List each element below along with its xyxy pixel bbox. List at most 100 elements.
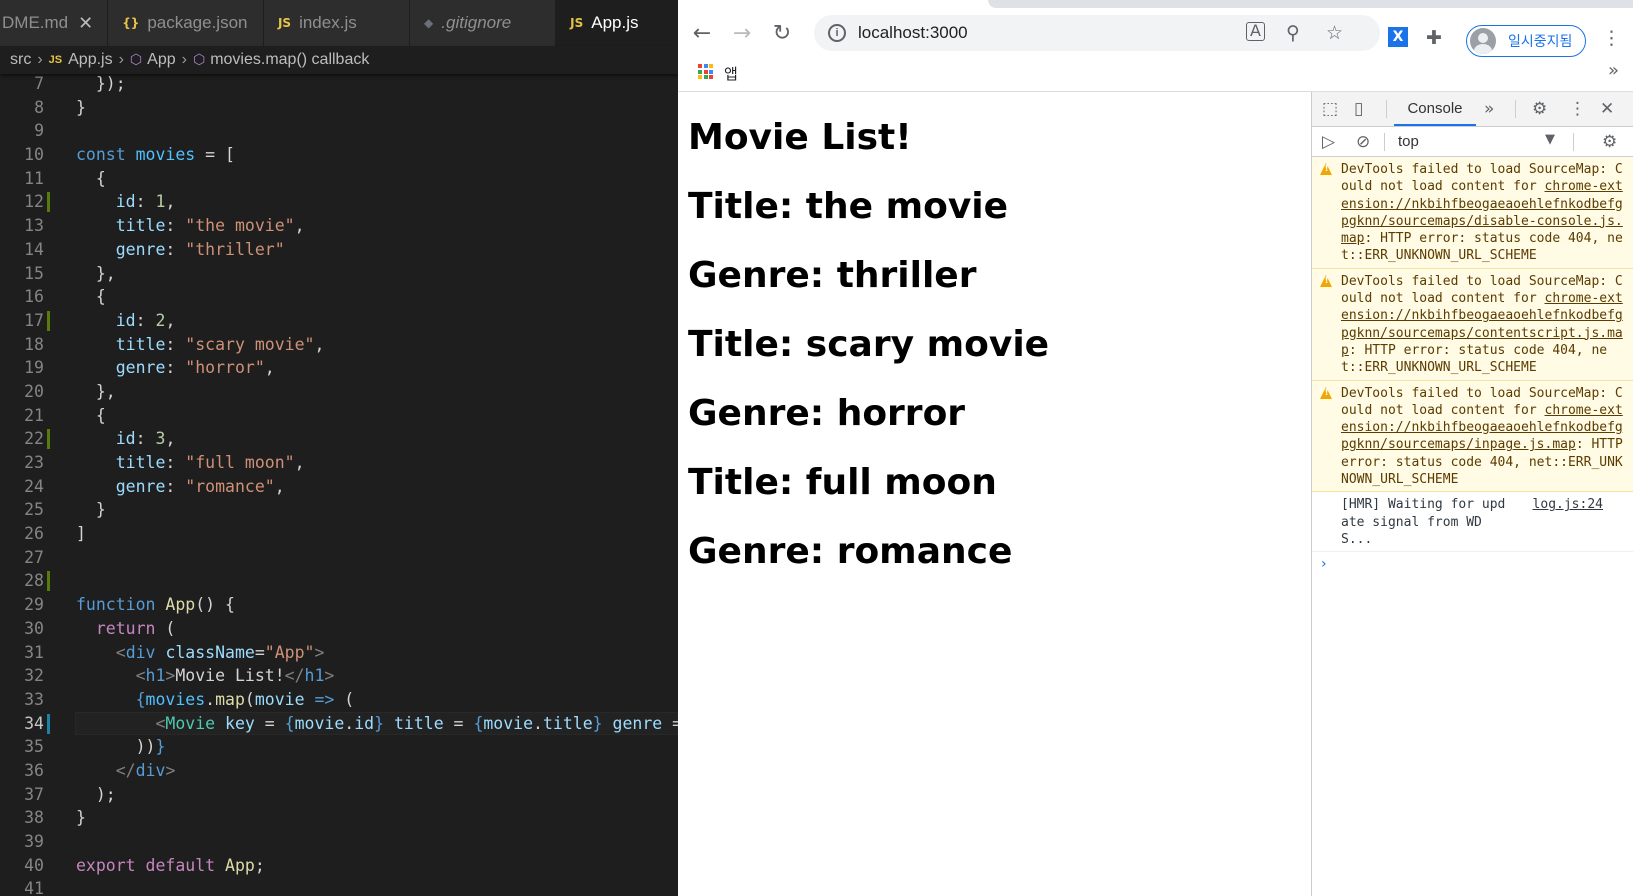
tab-index-js[interactable]: JS index.js <box>263 0 411 46</box>
log-text: [HMR] Waiting for update signal from WDS… <box>1341 497 1506 547</box>
double-chevron-icon[interactable]: » <box>1608 60 1619 81</box>
code-line: 17 id: 2, <box>0 309 678 333</box>
dropdown-triangle-icon[interactable]: ▼ <box>1545 132 1555 147</box>
gear-icon[interactable]: ⚙ <box>1532 98 1547 120</box>
console-warning: DevTools failed to load SourceMap: Could… <box>1312 268 1633 381</box>
editor-tab-bar: DME.md ✕ {} package.json JS index.js ◆ .… <box>0 0 678 46</box>
line-number: 35 <box>24 737 44 757</box>
extension-icon[interactable]: X <box>1388 27 1408 47</box>
movie-title: Title: full moon <box>688 462 997 503</box>
js-file-icon: JS <box>570 16 584 30</box>
tab-app-js[interactable]: JS App.js <box>556 0 678 46</box>
line-number: 36 <box>24 760 44 780</box>
close-icon[interactable]: ✕ <box>1600 98 1614 120</box>
code-editor[interactable]: DME.md ✕ {} package.json JS index.js ◆ .… <box>0 0 678 896</box>
tab-gitignore[interactable]: ◆ .gitignore <box>410 0 557 46</box>
line-number: 29 <box>24 595 44 615</box>
js-file-icon: JS <box>277 16 292 30</box>
warning-icon <box>1320 386 1333 399</box>
line-number: 18 <box>24 334 44 354</box>
browser-window: ← → ↻ i localhost:3000 A ⚲ ☆ X ✚ 일시중지됨 ⋮… <box>678 0 1633 896</box>
back-arrow-icon[interactable]: ← <box>682 15 722 51</box>
log-source-link[interactable]: log.js:24 <box>1533 496 1603 513</box>
gear-icon[interactable]: ⚙ <box>1602 131 1617 153</box>
code-line: 16 { <box>0 285 678 309</box>
line-number: 10 <box>24 145 44 165</box>
info-icon[interactable]: i <box>828 24 846 42</box>
line-number: 15 <box>24 263 44 283</box>
breadcrumb-item-symbol[interactable]: App <box>147 51 175 69</box>
line-number: 20 <box>24 381 44 401</box>
code-line: 37 ); <box>0 783 678 807</box>
more-tabs-icon[interactable]: » <box>1484 98 1494 120</box>
code-line: 21 { <box>0 404 678 428</box>
chevron-right-icon: › <box>118 51 124 68</box>
code-line: 14 genre: "thriller" <box>0 238 678 262</box>
tab-console[interactable]: Console <box>1394 92 1476 126</box>
json-file-icon: {} <box>122 16 140 30</box>
breadcrumb-item-file[interactable]: App.js <box>68 51 112 69</box>
zoom-out-icon[interactable]: ⚲ <box>1286 22 1300 44</box>
warning-text: : HTTP error: status code 404, net::ERR_… <box>1341 342 1608 376</box>
line-number: 17 <box>24 310 44 330</box>
reload-icon[interactable]: ↻ <box>762 15 802 51</box>
console-warning: DevTools failed to load SourceMap: Could… <box>1312 380 1633 493</box>
code-area[interactable]: 7 }); 8} 9 10 const movies = [ 11 { 12 id… <box>0 72 678 896</box>
git-modified-marker <box>47 429 50 450</box>
sidebar-toggle-icon[interactable]: ▷ <box>1322 131 1335 153</box>
movie-genre: Genre: thriller <box>688 255 977 296</box>
line-number: 7 <box>34 74 44 93</box>
code-line: 41 <box>0 877 678 896</box>
line-number: 14 <box>24 239 44 259</box>
line-number: 34 <box>24 713 44 733</box>
tab-label: .gitignore <box>441 13 512 32</box>
tab-package-json[interactable]: {} package.json <box>108 0 264 46</box>
code-line: 38} <box>0 806 678 830</box>
more-vert-icon[interactable]: ⋮ <box>1569 98 1586 120</box>
chevron-right-icon: › <box>37 51 43 68</box>
apps-grid-icon[interactable] <box>698 64 713 79</box>
apps-shortcut[interactable]: 앱 <box>724 63 738 84</box>
breadcrumb-item-callback[interactable]: movies.map() callback <box>210 51 369 69</box>
git-file-icon: ◆ <box>424 16 434 30</box>
movie-genre: Genre: horror <box>688 393 966 434</box>
git-modified-marker <box>47 571 50 592</box>
bookmark-star-icon[interactable]: ☆ <box>1326 22 1343 44</box>
code-line: 15 }, <box>0 262 678 286</box>
browser-toolbar: ← → ↻ i localhost:3000 A ⚲ ☆ X ✚ 일시중지됨 ⋮ <box>678 10 1633 57</box>
code-line: 13 title: "the movie", <box>0 214 678 238</box>
clear-console-icon[interactable]: ⊘ <box>1356 131 1370 153</box>
line-number: 9 <box>34 121 44 141</box>
url-text[interactable]: localhost:3000 <box>858 23 968 43</box>
context-selector[interactable]: top <box>1398 133 1419 150</box>
code-line: 25 } <box>0 498 678 522</box>
tab-readme[interactable]: DME.md ✕ <box>0 0 109 46</box>
translate-icon[interactable]: A <box>1246 22 1265 41</box>
close-icon[interactable]: ✕ <box>78 13 93 34</box>
line-number: 23 <box>24 453 44 472</box>
breadcrumb-item-src[interactable]: src <box>10 51 31 69</box>
movie-title: Title: the movie <box>688 186 1009 227</box>
code-line: 20 }, <box>0 380 678 404</box>
line-number: 8 <box>34 97 44 117</box>
line-number: 13 <box>24 216 44 236</box>
warning-text: : HTTP error: status code 404, net::ERR_… <box>1341 231 1623 264</box>
line-number: 31 <box>24 642 44 662</box>
forward-arrow-icon[interactable]: → <box>722 15 762 51</box>
line-number: 33 <box>24 689 44 709</box>
more-vert-icon[interactable]: ⋮ <box>1602 27 1621 49</box>
profile-button[interactable]: 일시중지됨 <box>1466 25 1586 57</box>
chevron-right-icon: › <box>181 51 187 68</box>
tab-label: DME.md <box>2 13 69 32</box>
puzzle-extensions-icon[interactable]: ✚ <box>1426 27 1442 49</box>
code-line: 29 function App() { <box>0 593 678 617</box>
code-line: 24 genre: "romance", <box>0 475 678 499</box>
movie-title: Title: scary movie <box>688 324 1050 365</box>
address-bar[interactable]: i localhost:3000 A ⚲ ☆ <box>814 15 1380 51</box>
bookmarks-bar: 앱 » <box>678 56 1633 92</box>
inspect-element-icon[interactable]: ⬚ <box>1322 98 1338 120</box>
console-prompt[interactable]: › <box>1321 556 1633 572</box>
code-line: 35 ))} <box>0 735 678 759</box>
device-toolbar-icon[interactable]: ▯ <box>1354 98 1363 120</box>
code-line: 39 <box>0 830 678 854</box>
